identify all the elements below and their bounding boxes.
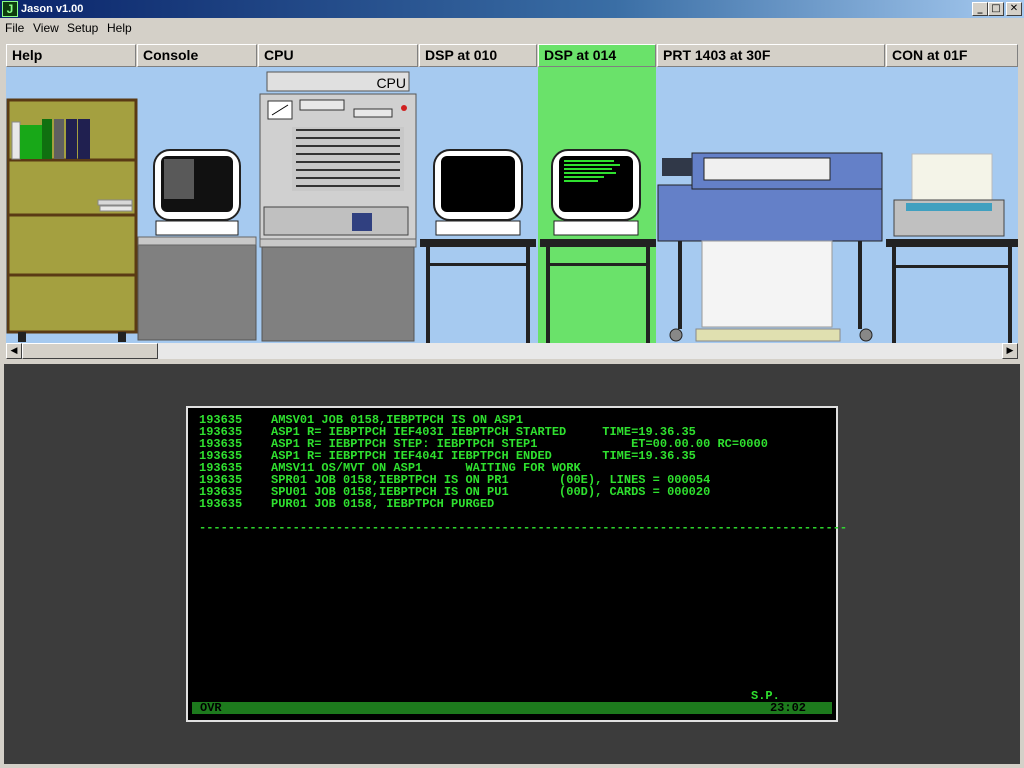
- scroll-right-button[interactable]: ▶: [1002, 343, 1018, 359]
- display-terminal-010: [420, 149, 536, 343]
- console-panel: 193635 AMSV01 JOB 0158,IEBPTPCH IS ON AS…: [4, 364, 1020, 764]
- terminal-screen[interactable]: 193635 AMSV01 JOB 0158,IEBPTPCH IS ON AS…: [186, 406, 847, 722]
- minimize-button[interactable]: _: [972, 2, 988, 16]
- console-typewriter: [886, 153, 1018, 343]
- menu-view[interactable]: View: [33, 21, 59, 35]
- menu-setup[interactable]: Setup: [67, 21, 98, 35]
- maximize-button[interactable]: □: [988, 2, 1004, 16]
- window-title: Jason v1.00: [21, 3, 84, 15]
- terminal-separator: ----------------------------------------…: [199, 521, 848, 535]
- terminal-line: 193635 PUR01 JOB 0158, IEBPTPCH PURGED: [199, 497, 495, 511]
- menu-help[interactable]: Help: [107, 21, 132, 35]
- device-tabs: Help Console CPU DSP at 010 DSP at 014 P…: [0, 43, 1024, 67]
- tab-con-01f[interactable]: CON at 01F: [886, 44, 1018, 67]
- tab-prt-1403[interactable]: PRT 1403 at 30F: [657, 44, 885, 67]
- horizontal-scrollbar[interactable]: ◀ ▶: [6, 343, 1018, 359]
- scroll-thumb[interactable]: [22, 343, 158, 359]
- console-terminal: [137, 149, 257, 341]
- tab-cpu[interactable]: CPU: [258, 44, 418, 67]
- machine-room-view[interactable]: CPU: [6, 67, 1018, 343]
- menu-bar: File View Setup Help: [0, 18, 1024, 38]
- terminal-output: 193635 AMSV01 JOB 0158,IEBPTPCH IS ON AS…: [199, 414, 768, 510]
- menu-file[interactable]: File: [5, 21, 24, 35]
- tab-help[interactable]: Help: [6, 44, 136, 67]
- bookshelf: [6, 98, 138, 342]
- scroll-left-button[interactable]: ◀: [6, 343, 22, 359]
- tab-console[interactable]: Console: [137, 44, 257, 67]
- close-button[interactable]: ✕: [1006, 2, 1022, 16]
- terminal-clock: 23:02: [769, 701, 806, 715]
- tab-dsp-014[interactable]: DSP at 014: [538, 44, 656, 67]
- machine-room-illustration: CPU: [6, 67, 1018, 343]
- title-bar[interactable]: J Jason v1.00 _ □ ✕: [0, 0, 1024, 18]
- overtype-mode-indicator: OVR: [200, 701, 222, 715]
- line-printer-1403: [657, 152, 883, 342]
- tab-dsp-010[interactable]: DSP at 010: [419, 44, 537, 67]
- cpu-cabinet: CPU: [259, 71, 417, 342]
- app-icon[interactable]: J: [2, 1, 18, 17]
- cpu-label: CPU: [376, 75, 406, 91]
- terminal-status-bar: OVR 23:02: [192, 702, 832, 714]
